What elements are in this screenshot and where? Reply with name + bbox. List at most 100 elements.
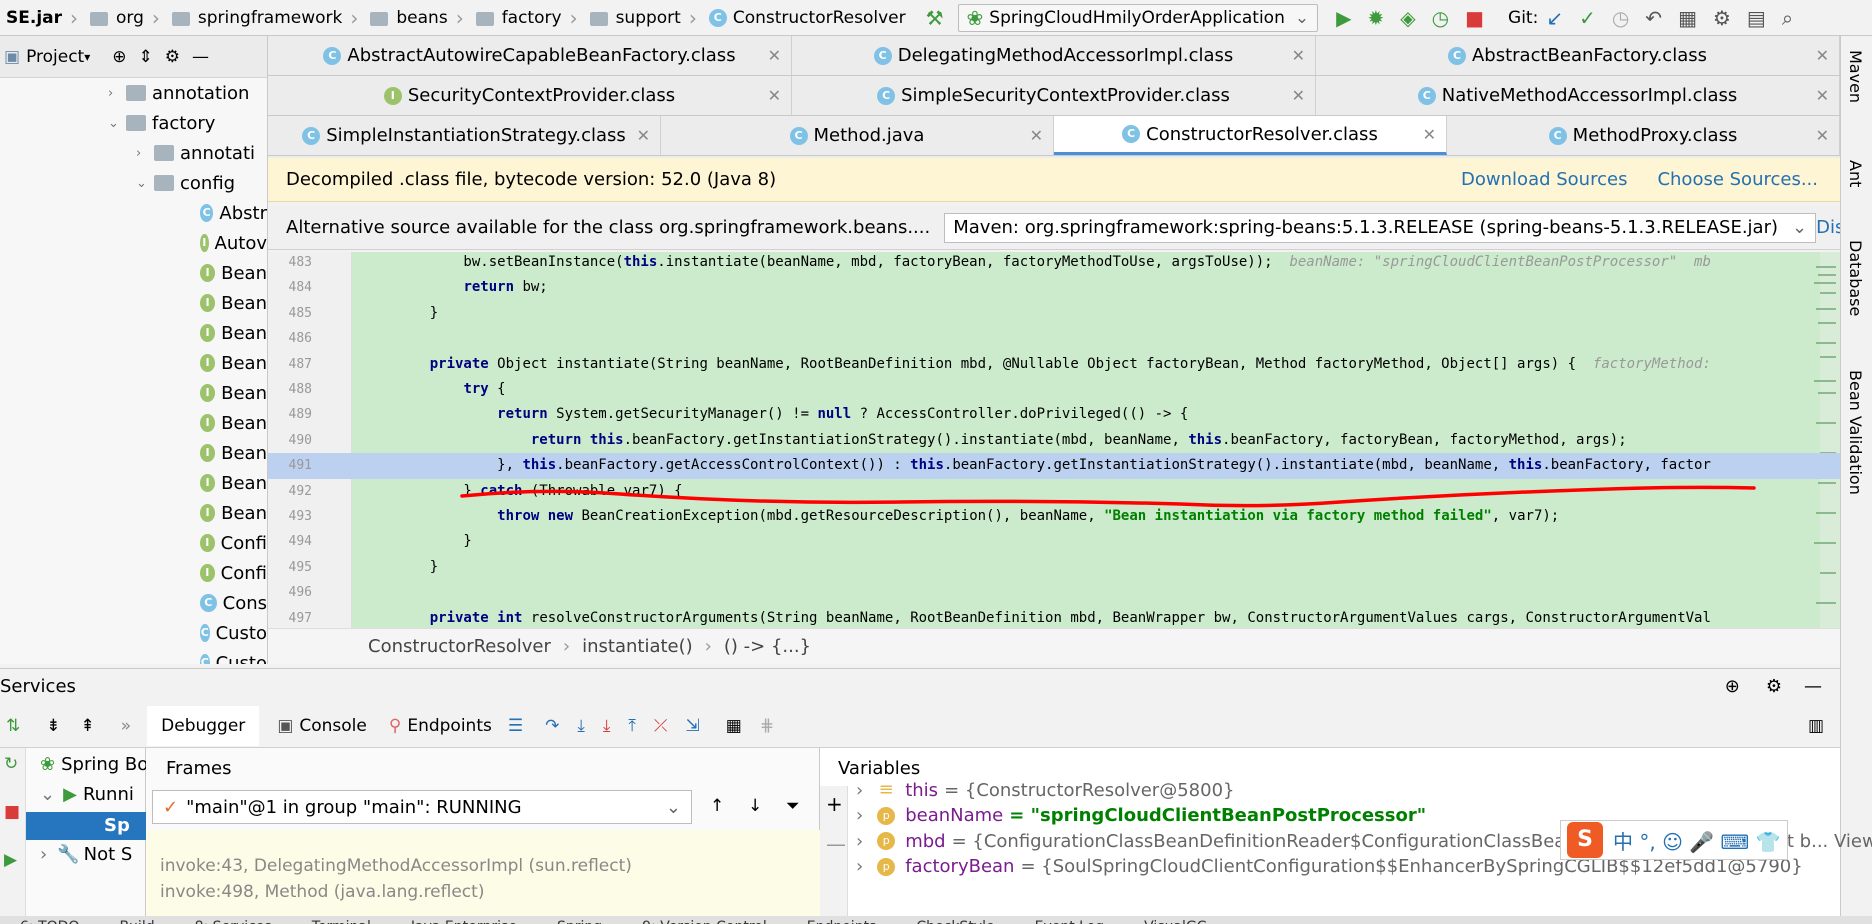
- variable-row[interactable]: › ≡ this = {ConstructorResolver@5800}: [856, 776, 1234, 804]
- code-line[interactable]: 492 } catch (Throwable var7) {: [268, 479, 1840, 505]
- choose-sources-link[interactable]: Choose Sources...: [1657, 169, 1818, 190]
- code-line[interactable]: 490 return this.beanFactory.getInstantia…: [268, 428, 1840, 454]
- tab-console[interactable]: Console: [299, 716, 367, 736]
- editor-tab[interactable]: C SimpleSecurityContextProvider.class ✕: [792, 76, 1316, 115]
- tree-item[interactable]: I Bean: [0, 378, 267, 408]
- profile-icon[interactable]: ◷: [1432, 6, 1449, 30]
- bottom-tool-tab[interactable]: Event Log: [1035, 919, 1105, 924]
- frame-row[interactable]: invoke:498, Method (java.lang.reflect): [160, 882, 484, 902]
- tree-item-sp[interactable]: Sp: [104, 812, 130, 840]
- download-sources-link[interactable]: Download Sources: [1461, 169, 1627, 190]
- crumb-lambda[interactable]: () -> {...}: [724, 636, 811, 657]
- bottom-tool-tab[interactable]: Terminal: [312, 919, 371, 924]
- close-icon[interactable]: ✕: [1292, 46, 1305, 65]
- ime-controls[interactable]: 中 °, ☺ 🎤 ⌨ 👕: [1613, 826, 1781, 855]
- code-line[interactable]: 487 private Object instantiate(String be…: [268, 352, 1840, 378]
- tree-item-running[interactable]: ⌄ ▶ Runni: [40, 784, 134, 805]
- tree-item[interactable]: I Bean: [0, 468, 267, 498]
- bottom-tool-tab[interactable]: 8: Services: [195, 919, 272, 924]
- tree-item[interactable]: I Bean: [0, 438, 267, 468]
- thread-select[interactable]: ✓ "main"@1 in group "main": RUNNING ⌄: [152, 790, 692, 824]
- bottom-tool-tab[interactable]: CheckStyle: [916, 919, 994, 924]
- editor-tab[interactable]: I SecurityContextProvider.class ✕: [268, 76, 792, 115]
- frame-down-icon[interactable]: ↓: [748, 796, 762, 816]
- bottom-tool-tab[interactable]: Java Enterprise: [411, 919, 517, 924]
- frame-up-icon[interactable]: ↑: [710, 796, 724, 816]
- remove-watch-icon[interactable]: —: [826, 832, 846, 856]
- chevron-right-icon[interactable]: ›: [856, 780, 863, 801]
- locate-icon[interactable]: ⊕: [112, 47, 126, 67]
- editor-tab[interactable]: C Method.java ✕: [661, 116, 1054, 155]
- terminal-icon[interactable]: ▤: [1747, 6, 1766, 30]
- ant-tool-button[interactable]: Ant: [1846, 160, 1865, 187]
- layout-settings-icon[interactable]: ▥: [1808, 716, 1824, 736]
- run-icon[interactable]: ▶: [1336, 6, 1351, 30]
- code-line[interactable]: 493 throw new BeanCreationException(mbd.…: [268, 504, 1840, 530]
- code-line[interactable]: 494 }: [268, 529, 1840, 555]
- close-icon[interactable]: ✕: [1816, 46, 1829, 65]
- code-line[interactable]: 489 return System.getSecurityManager() !…: [268, 402, 1840, 428]
- collapse-all-icon[interactable]: ⇞: [81, 716, 95, 736]
- git-rollback-icon[interactable]: ↶: [1645, 6, 1662, 30]
- tree-item[interactable]: I Bean: [0, 318, 267, 348]
- tree-item[interactable]: C Custo: [0, 648, 267, 664]
- chevron-right-icon[interactable]: ›: [856, 856, 863, 877]
- editor-tab[interactable]: C SimpleInstantiationStrategy.class ✕: [268, 116, 661, 155]
- frame-row[interactable]: invoke:43, DelegatingMethodAccessorImpl …: [160, 856, 632, 876]
- layout-icon[interactable]: ☰: [508, 716, 523, 736]
- tab-debugger[interactable]: Debugger: [147, 705, 260, 746]
- tree-item[interactable]: ⌄ config: [0, 168, 267, 198]
- drop-frame-icon[interactable]: ⤫: [654, 716, 668, 736]
- tree-item[interactable]: I Bean: [0, 348, 267, 378]
- settings-icon[interactable]: ⚙: [1713, 6, 1731, 30]
- step-out-icon[interactable]: ⤒: [628, 716, 636, 736]
- code-line[interactable]: 483 bw.setBeanInstance(this.instantiate(…: [268, 252, 1840, 276]
- tree-item[interactable]: I Confi: [0, 558, 267, 588]
- stop-icon[interactable]: ■: [4, 802, 20, 822]
- project-structure-icon[interactable]: ▦: [1678, 6, 1697, 30]
- close-icon[interactable]: ✕: [1292, 86, 1305, 105]
- tree-item-spring-boot[interactable]: ❀ Spring Bo: [40, 754, 148, 775]
- editor-tab[interactable]: C AbstractBeanFactory.class ✕: [1316, 36, 1840, 75]
- breadcrumb-beans[interactable]: beans ›: [364, 0, 469, 36]
- search-everywhere-icon[interactable]: ⌕: [1782, 6, 1793, 30]
- code-line[interactable]: 496: [268, 580, 1840, 606]
- tree-item[interactable]: I Bean: [0, 498, 267, 528]
- ime-toolbar[interactable]: S 中 °, ☺ 🎤 ⌨ 👕: [1560, 820, 1788, 860]
- breadcrumb-class[interactable]: C ConstructorResolver: [703, 0, 912, 36]
- tab-endpoints[interactable]: Endpoints: [407, 716, 492, 736]
- close-icon[interactable]: ✕: [1816, 126, 1829, 145]
- chevron-down-icon[interactable]: ▾: [84, 50, 90, 64]
- close-icon[interactable]: ✕: [1030, 126, 1043, 145]
- tree-item[interactable]: I Bean: [0, 408, 267, 438]
- editor-tab[interactable]: C DelegatingMethodAccessorImpl.class ✕: [792, 36, 1316, 75]
- breadcrumb-springframework[interactable]: springframework ›: [166, 0, 364, 36]
- bottom-tool-tab[interactable]: Spring: [557, 919, 602, 924]
- git-update-icon[interactable]: ↙: [1546, 6, 1563, 30]
- rerun-icon[interactable]: ↻: [4, 754, 18, 774]
- gear-icon[interactable]: ⚙: [165, 47, 180, 67]
- git-commit-icon[interactable]: ✓: [1579, 6, 1596, 30]
- minimize-icon[interactable]: —: [1804, 676, 1822, 697]
- chevron-right-icon[interactable]: ›: [856, 831, 863, 852]
- chevron-right-icon[interactable]: ›: [108, 86, 126, 101]
- close-icon[interactable]: ✕: [768, 46, 781, 65]
- chevron-down-icon[interactable]: ⌄: [108, 116, 126, 131]
- code-line[interactable]: 491 }, this.beanFactory.getAccessControl…: [268, 453, 1840, 479]
- close-icon[interactable]: ✕: [768, 86, 781, 105]
- code-line[interactable]: 484 return bw;: [268, 275, 1840, 301]
- maven-tool-button[interactable]: Maven: [1846, 50, 1865, 103]
- bottom-tool-tab[interactable]: Endpoints: [807, 919, 877, 924]
- step-into-icon[interactable]: ⤓: [577, 716, 585, 736]
- variable-row[interactable]: › p beanName = "springCloudClientBeanPostPr…: [856, 802, 1426, 830]
- editor-tab[interactable]: C NativeMethodAccessorImpl.class ✕: [1316, 76, 1840, 115]
- tree-item[interactable]: C Custo: [0, 618, 267, 648]
- tree-item[interactable]: I Autov: [0, 228, 267, 258]
- code-line[interactable]: 485 }: [268, 301, 1840, 327]
- tree-item[interactable]: I Bean: [0, 258, 267, 288]
- code-line[interactable]: 495 }: [268, 555, 1840, 581]
- tree-item[interactable]: C Abstr: [0, 198, 267, 228]
- code-line[interactable]: 486: [268, 326, 1840, 352]
- chevron-down-icon[interactable]: ⌄: [136, 176, 154, 191]
- bottom-tool-tab[interactable]: Build: [119, 919, 154, 924]
